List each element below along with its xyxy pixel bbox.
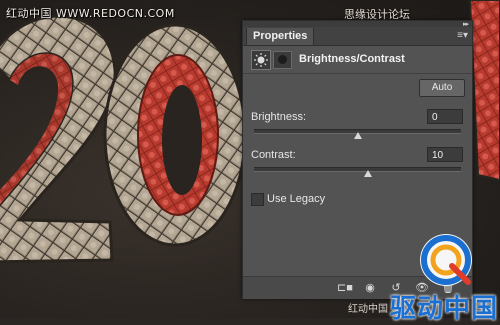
digit-partial-shape [468, 0, 500, 182]
clip-to-layer-icon[interactable]: ⊏■ [337, 281, 353, 295]
auto-button[interactable]: Auto [419, 79, 465, 97]
use-legacy-label: Use Legacy [267, 193, 326, 205]
contrast-value-field[interactable]: 10 [427, 147, 463, 162]
layer-mask-icon[interactable] [273, 51, 292, 69]
watermark-bottom-small: 红动中国 [348, 304, 388, 315]
adjustment-header: Brightness/Contrast [243, 46, 472, 74]
tab-properties[interactable]: Properties [246, 28, 315, 45]
brightness-value-field[interactable]: 0 [427, 109, 463, 124]
contrast-slider-thumb[interactable] [363, 170, 372, 177]
view-previous-state-icon[interactable]: ◉ [363, 281, 377, 295]
watermark-top-left: 红动中国 WWW.REDOCN.COM [6, 7, 175, 20]
brand-q-logo-icon [420, 234, 472, 286]
brightness-label: Brightness: [251, 111, 307, 123]
digit-zero-shape [103, 23, 247, 247]
watermark-bottom-brand: 驱动中国 [390, 294, 499, 324]
brightness-adjustment-icon[interactable] [251, 50, 271, 70]
brightness-slider-thumb[interactable] [353, 132, 362, 139]
panel-menu-icon[interactable]: ≡▾ [457, 31, 468, 41]
contrast-slider-track[interactable] [254, 167, 461, 172]
adjustment-title: Brightness/Contrast [299, 53, 405, 65]
panel-tabbar: Properties ≡▾ [243, 27, 472, 46]
use-legacy-checkbox[interactable] [251, 193, 264, 206]
contrast-label: Contrast: [251, 149, 296, 161]
digit-two-shape [0, 14, 117, 264]
